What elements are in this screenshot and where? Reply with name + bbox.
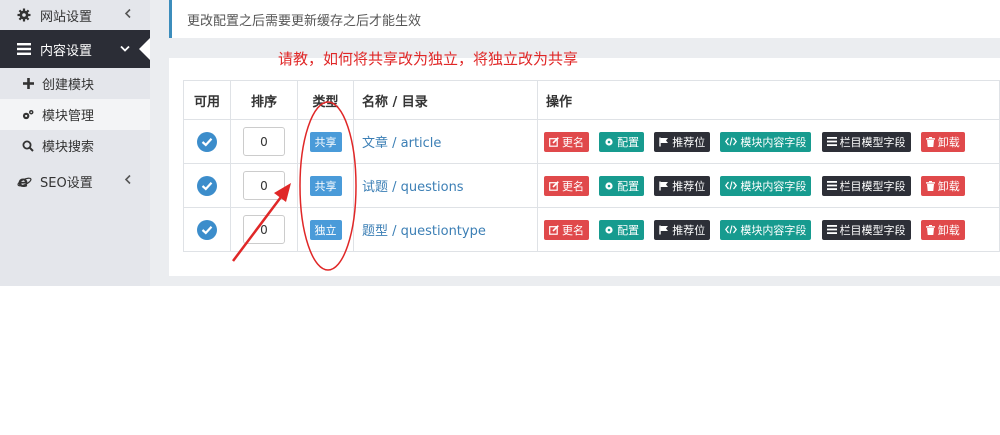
sidebar-item-label: 创建模块 <box>42 78 95 93</box>
bars-icon <box>826 181 837 190</box>
sidebar-item-label: SEO设置 <box>40 175 93 191</box>
module-fields-button[interactable]: 模块内容字段 <box>720 219 812 240</box>
check-circle-icon[interactable] <box>197 131 217 152</box>
recommend-button[interactable]: 推荐位 <box>654 219 711 240</box>
main-content: 更改配置之后需要更新缓存之后才能生效 可用 排序 类型 名称 / 目录 操作 0… <box>150 0 1000 286</box>
column-fields-button[interactable]: 栏目模型字段 <box>821 175 911 196</box>
module-name-link[interactable]: 试题 / questions <box>353 163 538 208</box>
module-panel: 可用 排序 类型 名称 / 目录 操作 共享 文章 / article <box>169 58 1000 276</box>
uninstall-button[interactable]: 卸载 <box>920 131 965 152</box>
sidebar: 网站设置 内容设置 创建模块 模块管理 模块搜索 e SEO设置 <box>0 0 150 286</box>
flag-icon <box>659 225 669 235</box>
trash-icon <box>925 180 935 191</box>
config-button[interactable]: 配置 <box>599 131 645 152</box>
column-fields-button[interactable]: 栏目模型字段 <box>821 131 911 152</box>
chevron-down-icon <box>120 42 130 57</box>
sidebar-item-label: 网站设置 <box>40 9 93 25</box>
table-row: 独立 题型 / questiontype 更名 配置 推荐位 模块内容字段 栏目… <box>183 207 1000 252</box>
notice-bar: 更改配置之后需要更新缓存之后才能生效 <box>169 0 1000 38</box>
flag-icon <box>659 137 669 147</box>
sidebar-item-create-module[interactable]: 创建模块 <box>0 68 150 99</box>
table-header-row: 可用 排序 类型 名称 / 目录 操作 <box>183 80 1000 120</box>
sidebar-item-label: 模块管理 <box>42 109 95 124</box>
code-icon <box>725 181 738 190</box>
edit-icon <box>549 180 559 191</box>
header-operations: 操作 <box>537 80 1000 120</box>
operations-cell: 更名 配置 推荐位 模块内容字段 栏目模型字段 卸载 <box>537 207 1000 252</box>
type-badge[interactable]: 独立 <box>309 219 342 240</box>
notice-text: 更改配置之后需要更新缓存之后才能生效 <box>187 13 422 29</box>
plus-icon <box>22 76 34 92</box>
table-row: 共享 文章 / article 更名 配置 推荐位 模块内容字段 栏目模型字段 … <box>183 119 1000 164</box>
sidebar-item-website-settings[interactable]: 网站设置 <box>0 0 150 30</box>
sidebar-item-module-management[interactable]: 模块管理 <box>0 99 150 130</box>
header-sort: 排序 <box>230 80 298 120</box>
rename-button[interactable]: 更名 <box>544 219 589 240</box>
gear-icon <box>604 137 614 147</box>
config-button[interactable]: 配置 <box>599 175 645 196</box>
gear-icon <box>16 7 32 23</box>
uninstall-button[interactable]: 卸载 <box>920 175 965 196</box>
header-name: 名称 / 目录 <box>353 80 538 120</box>
bars-icon <box>826 137 837 146</box>
app: 网站设置 内容设置 创建模块 模块管理 模块搜索 e SEO设置 更改配置之后需… <box>0 0 1000 435</box>
edit-icon <box>549 224 559 235</box>
module-name-link[interactable]: 文章 / article <box>353 119 538 164</box>
column-fields-button[interactable]: 栏目模型字段 <box>821 219 911 240</box>
edit-icon <box>549 136 559 147</box>
annotation-question: 请教，如何将共享改为独立，将独立改为共享 <box>278 50 579 68</box>
table-row: 共享 试题 / questions 更名 配置 推荐位 模块内容字段 栏目模型字… <box>183 163 1000 208</box>
check-circle-icon[interactable] <box>197 175 217 196</box>
recommend-button[interactable]: 推荐位 <box>654 131 711 152</box>
rename-button[interactable]: 更名 <box>544 131 589 152</box>
check-circle-icon[interactable] <box>197 219 217 240</box>
code-icon <box>725 137 738 146</box>
sort-input[interactable] <box>243 127 285 156</box>
trash-icon <box>925 224 935 235</box>
gear-icon <box>604 181 614 191</box>
sidebar-item-label: 内容设置 <box>40 43 93 59</box>
search-icon <box>22 138 34 154</box>
bars-icon <box>826 225 837 234</box>
code-icon <box>725 225 738 234</box>
sort-input[interactable] <box>243 215 285 244</box>
chevron-left-icon <box>124 8 132 23</box>
type-badge[interactable]: 共享 <box>309 131 342 152</box>
header-type: 类型 <box>297 80 354 120</box>
sidebar-item-content-settings[interactable]: 内容设置 <box>0 30 150 68</box>
sidebar-item-seo-settings[interactable]: e SEO设置 <box>0 163 150 199</box>
chevron-left-icon <box>124 174 132 189</box>
module-fields-button[interactable]: 模块内容字段 <box>720 175 812 196</box>
sort-input[interactable] <box>243 171 285 200</box>
config-button[interactable]: 配置 <box>599 219 645 240</box>
uninstall-button[interactable]: 卸载 <box>920 219 965 240</box>
gear-icon <box>604 225 614 235</box>
module-fields-button[interactable]: 模块内容字段 <box>720 131 812 152</box>
sidebar-item-module-search[interactable]: 模块搜索 <box>0 130 150 161</box>
flag-icon <box>659 181 669 191</box>
header-available: 可用 <box>183 80 231 120</box>
trash-icon <box>925 136 935 147</box>
list-icon <box>16 41 32 57</box>
sidebar-item-label: 模块搜索 <box>42 140 95 155</box>
operations-cell: 更名 配置 推荐位 模块内容字段 栏目模型字段 卸载 <box>537 119 1000 164</box>
rename-button[interactable]: 更名 <box>544 175 589 196</box>
cogs-icon <box>22 107 34 123</box>
module-name-link[interactable]: 题型 / questiontype <box>353 207 538 252</box>
type-badge[interactable]: 共享 <box>309 175 342 196</box>
module-table: 可用 排序 类型 名称 / 目录 操作 共享 文章 / article <box>183 80 1000 252</box>
ie-icon: e <box>16 173 32 189</box>
operations-cell: 更名 配置 推荐位 模块内容字段 栏目模型字段 卸载 <box>537 163 1000 208</box>
recommend-button[interactable]: 推荐位 <box>654 175 711 196</box>
